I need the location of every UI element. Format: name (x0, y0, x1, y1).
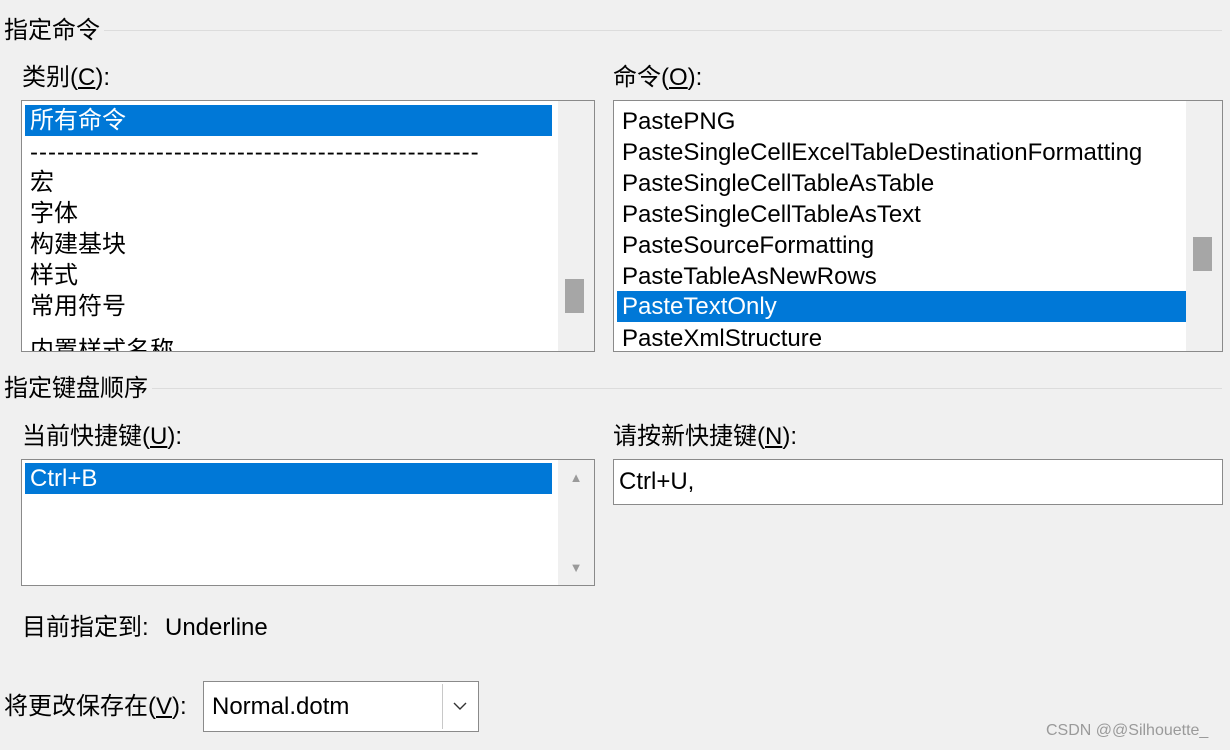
scroll-down-icon[interactable]: ▼ (558, 560, 594, 575)
commands-scroll-thumb[interactable] (1193, 237, 1212, 271)
current-keys-label-suffix: ): (167, 423, 183, 450)
commands-label-accel: O (669, 64, 688, 91)
command-item[interactable]: PasteXmlStructure (617, 323, 1186, 351)
categories-label: 类别(C): (22, 63, 110, 93)
scroll-up-icon[interactable]: ▲ (558, 470, 594, 485)
assigned-to-label: 目前指定到: (22, 614, 149, 641)
current-keys-scrollbar[interactable]: ▲ ▼ (558, 460, 594, 585)
current-keys-label: 当前快捷键(U): (22, 422, 182, 452)
save-in-label-suffix: ): (172, 693, 187, 720)
categories-scrollbar[interactable] (558, 101, 594, 351)
current-keys-listbox[interactable]: Ctrl+B ▲ ▼ (21, 459, 595, 586)
command-item[interactable]: PasteSingleCellTableAsTable (617, 168, 1186, 199)
combo-dropdown-button[interactable] (442, 684, 476, 729)
new-key-label-prefix: 请按新快捷键( (613, 423, 765, 450)
new-key-label-accel: N (765, 423, 783, 450)
commands-listbox[interactable]: PastePNG PasteSingleCellExcelTableDestin… (613, 100, 1223, 352)
category-item[interactable]: 常用符号 (25, 291, 552, 322)
commands-label-suffix: ): (687, 64, 703, 91)
save-in-label-prefix: 将更改保存在( (4, 693, 156, 720)
category-item[interactable]: 内置样式名称 (25, 335, 552, 351)
group-divider (104, 30, 1222, 31)
categories-label-suffix: ): (95, 64, 111, 91)
new-key-label: 请按新快捷键(N): (613, 422, 797, 452)
new-key-field[interactable]: Ctrl+U, (613, 459, 1223, 505)
category-item[interactable]: ----------------------------------------… (25, 137, 552, 168)
categories-scroll-thumb[interactable] (565, 279, 584, 313)
keyboard-sequence-group-title: 指定键盘顺序 (4, 375, 148, 402)
command-item[interactable]: PasteSingleCellTableAsText (617, 199, 1186, 230)
save-in-combobox[interactable]: Normal.dotm (203, 681, 479, 732)
current-key-item[interactable]: Ctrl+B (25, 463, 552, 494)
new-key-field-value[interactable]: Ctrl+U, (619, 466, 694, 498)
commands-label: 命令(O): (613, 63, 702, 93)
watermark-text: CSDN @@Silhouette_ (1046, 722, 1209, 739)
save-in-value: Normal.dotm (212, 693, 350, 720)
group-divider (152, 388, 1222, 389)
command-item[interactable]: PasteSourceFormatting (617, 230, 1186, 261)
category-item[interactable]: 构建基块 (25, 229, 552, 260)
chevron-down-icon (453, 702, 466, 710)
category-item[interactable]: 宏 (25, 167, 552, 198)
category-item[interactable]: 所有命令 (25, 105, 552, 136)
command-item[interactable]: PasteTextOnly (617, 291, 1186, 322)
save-in-label: 将更改保存在(V): (4, 692, 187, 722)
command-item[interactable]: PasteTableAsNewRows (617, 261, 1186, 292)
current-keys-label-prefix: 当前快捷键( (22, 423, 150, 450)
command-item[interactable]: PastePNG (617, 106, 1186, 137)
new-key-label-suffix: ): (782, 423, 798, 450)
commands-label-prefix: 命令( (613, 64, 669, 91)
categories-label-prefix: 类别( (22, 64, 78, 91)
command-item[interactable]: PasteSingleCellExcelTableDestinationForm… (617, 137, 1186, 168)
assigned-to-value: Underline (165, 614, 268, 641)
categories-label-accel: C (78, 64, 96, 91)
category-item[interactable]: 样式 (25, 260, 552, 291)
categories-listbox[interactable]: 所有命令 -----------------------------------… (21, 100, 595, 352)
commands-scrollbar[interactable] (1186, 101, 1222, 351)
specify-command-group-title: 指定命令 (4, 17, 100, 44)
category-item[interactable]: 字体 (25, 198, 552, 229)
current-keys-label-accel: U (150, 423, 168, 450)
save-in-label-accel: V (156, 693, 173, 720)
